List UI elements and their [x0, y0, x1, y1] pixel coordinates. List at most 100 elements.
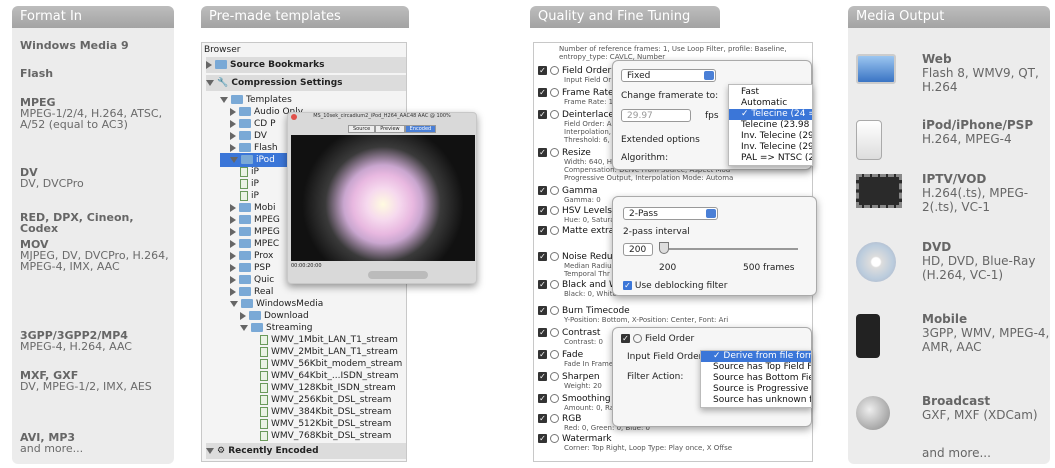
algorithm-option[interactable]: PAL => NTSC (25 — [729, 153, 812, 164]
filter-info-icon[interactable] — [550, 306, 559, 315]
framerate-mode-select[interactable]: Fixed — [621, 69, 716, 82]
filter-checkbox[interactable]: ✓ — [538, 88, 547, 97]
phone-icon — [856, 314, 880, 358]
filter-checkbox[interactable]: ✓ — [538, 186, 547, 195]
filter-info-icon[interactable] — [550, 186, 559, 195]
disclosure-icon[interactable] — [230, 156, 238, 163]
preview-tab[interactable]: Source — [348, 125, 376, 133]
folder-icon — [241, 299, 253, 308]
disclosure-icon[interactable] — [230, 107, 236, 116]
algorithm-option[interactable]: Telecine (23.98 => — [729, 120, 812, 131]
filter-checkbox[interactable]: ✓ — [538, 66, 547, 75]
slider-knob[interactable] — [659, 242, 669, 254]
preview-tab[interactable]: Preview — [375, 125, 405, 133]
field-order-option[interactable]: Source has Top Field Firs — [701, 362, 811, 373]
filter-checkbox[interactable]: ✓ — [538, 226, 547, 235]
twopass-popup: 2-Pass 2-pass interval 200 200 500 frame… — [612, 196, 817, 296]
interval-slider[interactable] — [663, 248, 798, 250]
filter-checkbox[interactable]: ✓ — [538, 110, 547, 119]
filter-checkbox[interactable]: ✓ — [538, 280, 547, 289]
filter-info-icon[interactable] — [550, 88, 559, 97]
compression-settings-row[interactable]: 🔧 Compression Settings — [206, 75, 406, 91]
filter-name: Noise Redu — [562, 252, 613, 262]
source-bookmarks-row[interactable]: Source Bookmarks — [206, 57, 406, 73]
disclosure-icon[interactable] — [230, 239, 236, 248]
field-order-option[interactable]: Source has Bottom Field — [701, 373, 811, 384]
disclosure-icon[interactable] — [206, 60, 212, 69]
filter-name: Deinterlace — [562, 110, 614, 120]
filter-item[interactable]: ✓ Burn Timecode Y-Position: Bottom, X-Posi… — [538, 306, 788, 324]
algorithm-option[interactable]: Inv. Telecine (29.9 — [729, 142, 812, 153]
filter-item[interactable]: ✓ Watermark Corner: Top Right, Loop Type: … — [538, 434, 788, 452]
close-icon[interactable] — [291, 114, 297, 120]
file-icon — [260, 334, 268, 345]
disclosure-icon[interactable] — [240, 311, 246, 320]
preview-window: MS_10sek_circadium2_iPod_H264_AAC48 AAC … — [287, 112, 477, 284]
disclosure-icon[interactable] — [230, 143, 236, 152]
preview-tab[interactable]: Encoded — [404, 125, 437, 133]
filter-info-icon[interactable] — [550, 394, 559, 403]
disclosure-icon[interactable] — [230, 300, 238, 307]
filter-info-icon[interactable] — [550, 280, 559, 289]
filter-checkbox[interactable]: ✓ — [538, 148, 547, 157]
filter-checkbox[interactable]: ✓ — [538, 350, 547, 359]
disclosure-icon[interactable] — [230, 215, 236, 224]
file-icon — [260, 394, 268, 405]
file-icon — [260, 430, 268, 441]
algorithm-option[interactable]: Automatic — [729, 98, 812, 109]
filter-info-icon[interactable] — [550, 372, 559, 381]
disclosure-icon[interactable] — [230, 251, 236, 260]
disclosure-icon[interactable] — [206, 447, 214, 454]
field-order-option[interactable]: Source is Progressive — [701, 384, 811, 395]
media-output-item: Broadcast GXF, MXF (XDCam) — [922, 394, 1052, 422]
filter-checkbox[interactable]: ✓ — [538, 414, 547, 423]
filter-checkbox[interactable]: ✓ — [538, 434, 547, 443]
filter-checkbox[interactable]: ✓ — [538, 206, 547, 215]
playback-controls[interactable] — [368, 271, 428, 279]
recently-encoded-row[interactable]: ⚙ Recently Encoded — [206, 443, 406, 459]
field-order-menu[interactable]: ✓ Derive from file formatSource has Top … — [700, 350, 812, 408]
filter-checkbox[interactable]: ✓ — [538, 372, 547, 381]
field-order-option[interactable]: ✓ Derive from file format — [701, 351, 811, 362]
disclosure-icon[interactable] — [206, 79, 214, 86]
stream-template[interactable]: WMV_768Kbit_DSL_stream — [260, 429, 406, 443]
film-icon — [856, 174, 902, 208]
filter-info-icon[interactable] — [550, 110, 559, 119]
filter-info-icon[interactable] — [550, 226, 559, 235]
filter-info-icon[interactable] — [550, 328, 559, 337]
media-output-header: Media Output — [848, 6, 1050, 28]
interval-input[interactable]: 200 — [623, 243, 653, 256]
algorithm-menu[interactable]: FastAutomatic✓ Telecine (24 => 29Telecin… — [728, 84, 813, 166]
disclosure-icon[interactable] — [230, 131, 236, 140]
filter-checkbox[interactable]: ✓ — [538, 306, 547, 315]
filter-info-icon[interactable] — [550, 350, 559, 359]
filter-info-icon[interactable] — [550, 66, 559, 75]
disclosure-icon[interactable] — [230, 275, 236, 284]
filter-checkbox[interactable]: ✓ — [538, 394, 547, 403]
filter-info-icon[interactable] — [550, 434, 559, 443]
field-order-option[interactable]: Source has unknown fiel — [701, 395, 811, 406]
format-desc: MPEG-4, H.264, AAC — [20, 340, 132, 353]
disclosure-icon[interactable] — [240, 324, 248, 331]
filter-checkbox[interactable]: ✓ — [538, 328, 547, 337]
disclosure-icon[interactable] — [230, 119, 236, 128]
disclosure-icon[interactable] — [230, 203, 236, 212]
disclosure-icon[interactable] — [220, 96, 228, 103]
filter-info-icon[interactable] — [550, 148, 559, 157]
deblock-checkbox[interactable]: ✓ Use deblocking filter — [623, 281, 727, 291]
filter-info-icon[interactable] — [550, 414, 559, 423]
algorithm-option[interactable]: ✓ Telecine (24 => 29 — [729, 109, 812, 120]
disclosure-icon[interactable] — [230, 263, 236, 272]
filter-name: RGB — [562, 414, 582, 424]
more-formats: and more... — [922, 446, 991, 460]
algorithm-option[interactable]: Inv. Telecine (29.9 — [729, 131, 812, 142]
disclosure-icon[interactable] — [230, 227, 236, 236]
pass-mode-select[interactable]: 2-Pass — [623, 207, 718, 220]
filter-info-icon[interactable] — [550, 206, 559, 215]
fps-input[interactable]: 29.97 — [621, 109, 691, 122]
disclosure-icon[interactable] — [230, 287, 236, 296]
filter-info-icon[interactable] — [550, 252, 559, 261]
filter-checkbox[interactable]: ✓ — [538, 252, 547, 261]
algorithm-option[interactable]: Fast — [729, 87, 812, 98]
output-title: Web — [922, 52, 952, 66]
